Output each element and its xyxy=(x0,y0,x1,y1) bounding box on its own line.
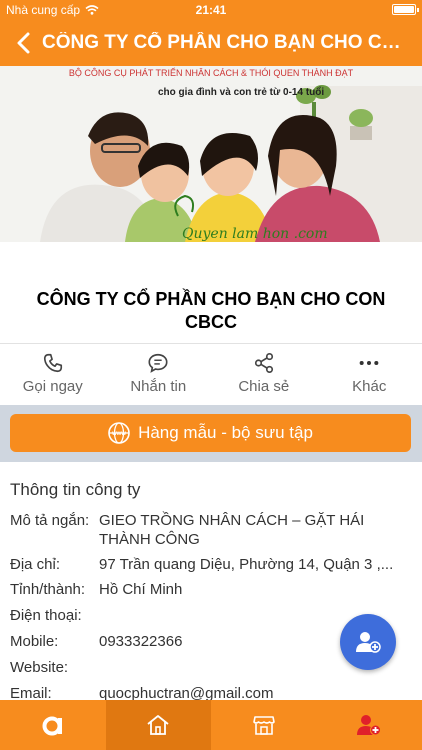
add-contact-icon xyxy=(356,632,381,653)
brand-a-icon xyxy=(42,716,62,736)
nav-bar: CÔNG TY CỔ PHẦN CHO BẠN CHO CON CBCC xyxy=(0,20,422,66)
home-icon xyxy=(147,715,169,735)
sample-collection-button[interactable]: www Hàng mẫu - bộ sưu tập xyxy=(10,414,411,452)
info-value: Hồ Chí Minh xyxy=(99,581,183,598)
store-icon xyxy=(252,716,275,735)
add-contact-fab[interactable] xyxy=(340,614,396,670)
tab-brand[interactable] xyxy=(0,700,106,750)
info-label: Mobile: xyxy=(10,633,59,650)
info-row-description: Mô tả ngắn: GIEO TRỒNG NHÂN CÁCH – GẶT H… xyxy=(10,511,410,549)
more-button[interactable]: Khác xyxy=(317,344,422,405)
status-time: 21:41 xyxy=(195,3,227,17)
user-add-icon xyxy=(357,715,382,736)
share-label: Chia sẻ xyxy=(238,378,290,395)
logo-text: Quyen lam hon .com xyxy=(182,226,328,242)
info-label: Website: xyxy=(10,659,69,676)
call-button[interactable]: Gọi ngay xyxy=(0,344,106,405)
battery-icon xyxy=(392,4,419,15)
share-button[interactable]: Chia sẻ xyxy=(211,344,317,405)
share-icon xyxy=(254,353,273,373)
page-title: CÔNG TY CỔ PHẦN CHO BẠN CHO CON CBCC xyxy=(42,32,408,53)
info-label: Địa chỉ: xyxy=(10,556,61,573)
action-row: Gọi ngay Nhắn tin Chia sẻ Khác xyxy=(0,343,422,405)
back-icon[interactable] xyxy=(12,30,38,56)
message-label: Nhắn tin xyxy=(130,378,187,395)
bottom-tab-bar xyxy=(0,700,422,750)
tab-store[interactable] xyxy=(211,700,317,750)
banner-tagline-top: BỘ CÔNG CỤ PHÁT TRIỂN NHÂN CÁCH & THÓI Q… xyxy=(68,68,354,78)
status-bar: Nhà cung cấp 21:41 xyxy=(0,0,422,20)
more-icon xyxy=(359,360,379,366)
company-banner: Quyen lam hon .com BỘ CÔNG CỤ PHÁT TRIỂN… xyxy=(0,66,422,242)
message-icon xyxy=(148,353,168,373)
banner-tagline: cho gia đình và con trẻ từ 0-14 tuổi xyxy=(158,87,325,98)
call-label: Gọi ngay xyxy=(22,378,83,395)
www-icon: www xyxy=(108,422,130,444)
svg-text:www: www xyxy=(111,431,126,437)
info-value: GIEO TRỒNG NHÂN CÁCH – GẶT HÁI THÀNH CÔN… xyxy=(99,512,365,548)
info-label: Điện thoại: xyxy=(10,607,82,624)
tab-user-add[interactable] xyxy=(317,700,422,750)
phone-icon xyxy=(43,353,62,373)
more-label: Khác xyxy=(352,378,387,395)
info-section-title: Thông tin công ty xyxy=(10,480,141,499)
info-label: Tỉnh/thành: xyxy=(10,581,86,598)
sample-collection-label: Hàng mẫu - bộ sưu tập xyxy=(138,423,313,442)
info-label: Mô tả ngắn: xyxy=(10,512,90,529)
tab-home[interactable] xyxy=(105,700,211,750)
info-value: 97 Trần quang Diệu, Phường 14, Quận 3 ,.… xyxy=(99,556,394,573)
company-name: CÔNG TY CỔ PHẦN CHO BẠN CHO CON CBCC xyxy=(36,289,386,332)
message-button[interactable]: Nhắn tin xyxy=(106,344,212,405)
